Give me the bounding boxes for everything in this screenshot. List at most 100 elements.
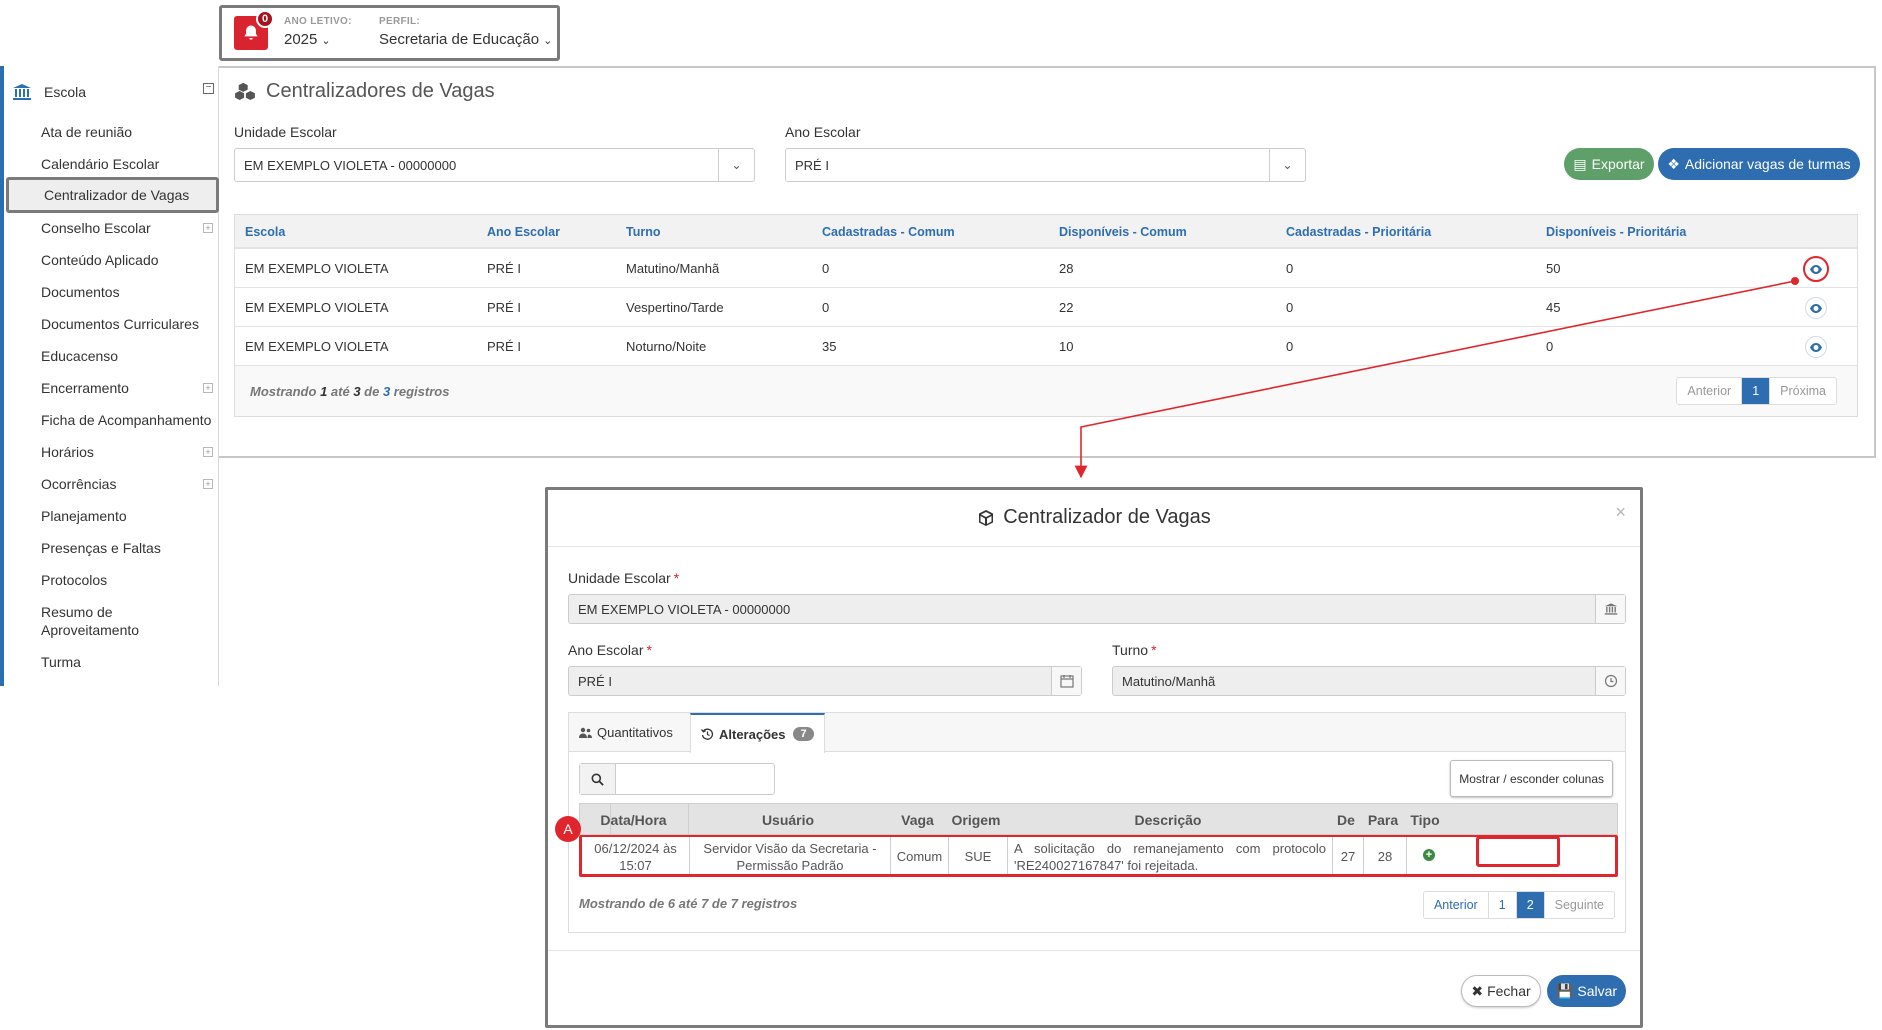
pagination-page-1[interactable]: 1: [1488, 892, 1517, 918]
expand-icon[interactable]: +: [203, 223, 213, 233]
plus-circle-icon: +: [1423, 849, 1435, 861]
sidebar-item-horarios[interactable]: Horários +: [41, 443, 221, 461]
chevron-down-icon: ⌄: [543, 35, 553, 47]
column-header[interactable]: Usuário: [688, 812, 888, 828]
table-cell-user: Servidor Visão da Secretaria - Permissão…: [703, 841, 877, 873]
sidebar-item-protocolos[interactable]: Protocolos: [41, 571, 221, 589]
column-header[interactable]: Para: [1362, 812, 1404, 828]
notification-bell-button[interactable]: 0: [234, 10, 274, 50]
tab-label: Quantitativos: [597, 725, 673, 740]
save-button-label: Salvar: [1577, 983, 1618, 999]
column-header[interactable]: Cadastradas - Comum: [822, 225, 955, 239]
column-header[interactable]: Disponíveis - Prioritária: [1546, 225, 1686, 239]
chevron-down-icon[interactable]: ⌄: [718, 149, 754, 181]
sidebar-item-planejamento[interactable]: Planejamento: [41, 507, 221, 525]
sidebar-section-escola[interactable]: Escola −: [12, 80, 216, 104]
pagination-next[interactable]: Próxima: [1770, 378, 1836, 404]
notification-count-badge: 0: [256, 10, 274, 28]
chevron-down-icon[interactable]: ⌄: [1269, 149, 1305, 181]
sidebar-item-calendario-escolar[interactable]: Calendário Escolar: [41, 155, 221, 173]
records-summary: Mostrando 1 até 3 de 3 registros: [250, 384, 450, 399]
tab-alteracoes[interactable]: Alterações 7: [690, 713, 825, 753]
sidebar-item-ficha-de-acompanhamento[interactable]: Ficha de Acompanhamento: [41, 411, 221, 429]
clock-icon: [1604, 674, 1617, 688]
pagination-next[interactable]: Seguinte: [1544, 892, 1614, 918]
school-year-label: ANO LETIVO:: [284, 16, 352, 27]
unit-filter-value: EM EXEMPLO VIOLETA - 00000000: [244, 157, 457, 173]
sidebar-item-ocorrencias[interactable]: Ocorrências +: [41, 475, 221, 493]
table-cell: PRÉ I: [487, 339, 521, 354]
close-icon[interactable]: ×: [1615, 502, 1626, 523]
save-icon: 💾: [1555, 982, 1574, 999]
view-row-button[interactable]: [1803, 256, 1829, 282]
column-header[interactable]: Vaga: [889, 812, 946, 828]
pagination-prev[interactable]: Anterior: [1423, 892, 1489, 918]
sidebar-item-centralizador-de-vagas[interactable]: Centralizador de Vagas: [6, 177, 219, 213]
school-year-selector[interactable]: ANO LETIVO: 2025 ⌄: [284, 16, 352, 48]
add-button-label: Adicionar vagas de turmas: [1684, 156, 1851, 172]
view-row-button[interactable]: [1805, 336, 1827, 358]
de-para-highlight: [1476, 836, 1560, 867]
close-button[interactable]: ✖ Fechar: [1461, 975, 1541, 1007]
expand-icon[interactable]: +: [203, 479, 213, 489]
sidebar-item-documentos-curriculares[interactable]: Documentos Curriculares: [41, 315, 221, 333]
history-icon: [701, 728, 714, 740]
top-header: 0 ANO LETIVO: 2025 ⌄ PERFIL: Secretaria d…: [219, 5, 560, 61]
column-header[interactable]: Disponíveis - Comum: [1059, 225, 1187, 239]
column-header[interactable]: Turno: [626, 225, 660, 239]
sidebar-item-ata-de-reuniao[interactable]: Ata de reunião: [41, 123, 221, 141]
vacancies-table: Escola Ano Escolar Turno Cadastradas - C…: [234, 214, 1858, 417]
column-header[interactable]: Tipo: [1405, 812, 1445, 828]
pagination-page-2[interactable]: 2: [1516, 892, 1545, 918]
column-header[interactable]: Escola: [245, 225, 285, 239]
tab-quantitativos[interactable]: Quantitativos: [569, 713, 683, 752]
table-cell: PRÉ I: [487, 261, 521, 276]
column-header[interactable]: Data/Hora: [580, 812, 687, 828]
toggle-columns-button[interactable]: Mostrar / esconder colunas: [1450, 760, 1613, 797]
modal-grade-label: Ano Escolar *: [568, 642, 652, 658]
chevron-down-icon: ⌄: [321, 35, 331, 47]
export-button[interactable]: ▤ Exportar: [1564, 148, 1654, 180]
column-header[interactable]: Cadastradas - Prioritária: [1286, 225, 1431, 239]
search-input[interactable]: [617, 764, 774, 794]
add-class-vacancies-button[interactable]: ❖ Adicionar vagas de turmas: [1658, 148, 1860, 180]
column-header[interactable]: Ano Escolar: [487, 225, 560, 239]
sidebar-item-conselho-escolar[interactable]: Conselho Escolar +: [41, 219, 221, 237]
sidebar-item-conteudo-aplicado[interactable]: Conteúdo Aplicado: [41, 251, 221, 269]
expand-icon[interactable]: +: [203, 447, 213, 457]
save-button[interactable]: 💾 Salvar: [1547, 975, 1626, 1007]
view-row-button[interactable]: [1805, 297, 1827, 319]
sidebar-item-resumo-de-aproveitamento[interactable]: Resumo de Aproveitamento: [41, 603, 181, 639]
collapse-icon[interactable]: −: [203, 83, 214, 94]
sidebar-item-documentos[interactable]: Documentos: [41, 283, 221, 301]
column-header[interactable]: De: [1331, 812, 1361, 828]
table-cell: EM EXEMPLO VIOLETA: [245, 261, 389, 276]
table-cell: PRÉ I: [487, 300, 521, 315]
grade-filter-label: Ano Escolar: [785, 124, 861, 140]
column-header[interactable]: Descrição: [1006, 812, 1330, 828]
sidebar-item-turma[interactable]: Turma: [41, 653, 221, 671]
table-cell: 0: [1286, 261, 1294, 276]
grade-filter-select[interactable]: PRÉ I ⌄: [785, 148, 1306, 182]
table-cell: 10: [1059, 339, 1074, 354]
modal-unit-field: EM EXEMPLO VIOLETA - 00000000: [568, 594, 1626, 624]
sidebar-item-educacenso[interactable]: Educacenso: [41, 347, 221, 365]
sidebar-item-encerramento[interactable]: Encerramento +: [41, 379, 221, 397]
pagination-prev[interactable]: Anterior: [1677, 378, 1743, 404]
profile-selector[interactable]: PERFIL: Secretaria de Educação ⌄: [379, 16, 552, 48]
sidebar-item-label: Ocorrências: [41, 476, 117, 492]
eye-icon: [1810, 342, 1822, 352]
column-header[interactable]: Origem: [947, 812, 1005, 828]
unit-filter-select[interactable]: EM EXEMPLO VIOLETA - 00000000 ⌄: [234, 148, 755, 182]
modal-shift-label: Turno *: [1112, 642, 1157, 658]
table-row: EM EXEMPLO VIOLETA PRÉ I Matutino/Manhã …: [235, 249, 1857, 288]
expand-icon[interactable]: +: [203, 383, 213, 393]
table-cell: 0: [1546, 339, 1554, 354]
pagination-page-1[interactable]: 1: [1742, 378, 1771, 404]
main-panel: Centralizadores de Vagas Unidade Escolar…: [219, 66, 1876, 458]
sidebar-section-label: Escola: [44, 84, 87, 100]
cubes-icon: [235, 82, 255, 100]
table-cell-vaga: Comum: [896, 849, 943, 864]
bell-icon: [244, 25, 258, 40]
sidebar-item-presencas-e-faltas[interactable]: Presenças e Faltas: [41, 539, 221, 557]
